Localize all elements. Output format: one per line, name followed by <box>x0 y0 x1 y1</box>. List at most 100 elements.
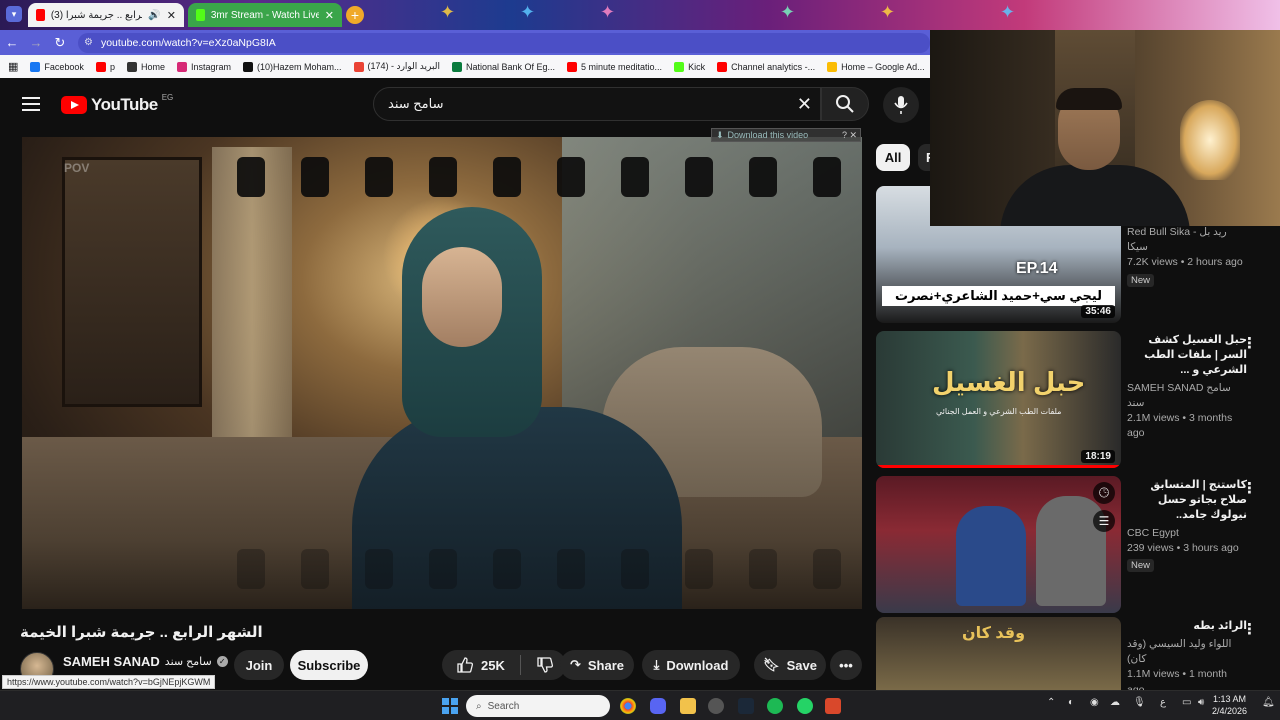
channel-name[interactable]: Red Bull Sika - ريد بل سيكا <box>1127 225 1247 255</box>
thumbs-up-icon[interactable] <box>456 656 474 674</box>
film-strip-bottom <box>22 549 862 589</box>
star-decoration-icon: ✦ <box>780 2 796 22</box>
clear-search-icon[interactable]: ✕ <box>797 94 812 115</box>
youtube-logo[interactable]: YouTube EG <box>61 93 173 115</box>
like-count[interactable]: 25K <box>481 658 505 673</box>
app-icon[interactable] <box>825 698 841 714</box>
bookmark-favicon-icon <box>827 61 838 72</box>
kick-favicon-icon <box>196 9 205 21</box>
video-player[interactable]: POV <box>22 137 862 609</box>
menu-icon[interactable] <box>22 97 40 111</box>
save-button[interactable]: 🔖︎ Save <box>754 650 826 680</box>
bookmark-item[interactable]: (10)Hazem Moham... <box>243 61 342 72</box>
download-video-bar[interactable]: ⬇ Download this video ? ✕ <box>711 128 861 142</box>
more-actions-button[interactable]: ••• <box>830 650 862 680</box>
tab-search-button[interactable]: ▾ <box>6 6 22 22</box>
obs-icon[interactable] <box>708 698 724 714</box>
video-thumbnail[interactable]: 🕒︎ ☰ <box>876 476 1121 613</box>
like-dislike-group: 25K <box>442 650 566 680</box>
tab-youtube[interactable]: (3) الشهر الرابع .. جريمة شبرا 🔊 ✕ <box>28 3 184 27</box>
bookmark-item[interactable]: Facebook <box>30 61 84 72</box>
tray-cloud-icon[interactable]: ☁ <box>1110 697 1120 708</box>
star-decoration-icon: ✦ <box>440 2 456 22</box>
input-language[interactable]: ع <box>1160 697 1166 708</box>
video-title[interactable]: حبل الغسيل كشف السر | ملفات الطب الشرعي … <box>1127 333 1247 378</box>
steam-icon[interactable] <box>738 698 754 714</box>
star-decoration-icon: ✦ <box>520 2 536 22</box>
bookmark-item[interactable]: Channel analytics -... <box>717 61 815 72</box>
video-thumbnail[interactable]: حبل الغسيل ملفات الطب الشرعي و العمل الج… <box>876 331 1121 468</box>
share-button[interactable]: ↷ Share <box>560 650 634 680</box>
more-options-icon[interactable]: ⋮ <box>1242 620 1257 638</box>
notifications-icon[interactable]: 🔔︎ <box>1262 697 1275 708</box>
video-title[interactable]: الرائد بطه <box>1127 619 1247 634</box>
webcam-person-torso <box>1000 165 1190 226</box>
video-title[interactable]: كاستنج | المتسابق صلاح بجاتو حسل نيولوك … <box>1127 478 1247 523</box>
channel-name[interactable]: SAMEH SANAD سامح سند <box>1127 381 1247 411</box>
video-info: كاستنج | المتسابق صلاح بجاتو حسل نيولوك … <box>1127 478 1247 572</box>
channel-name[interactable]: CBC Egypt <box>1127 526 1247 541</box>
tray-app-icon[interactable]: ◐ <box>1068 697 1074 708</box>
thumbs-down-icon[interactable] <box>536 656 554 674</box>
taskbar-search-input[interactable]: ⌕ Search <box>466 695 610 717</box>
download-button[interactable]: ⤓ Download <box>642 650 740 680</box>
system-clock[interactable]: 1:13 AM 2/4/2026 <box>1212 694 1247 717</box>
tray-chevron-icon[interactable]: ⌃ <box>1047 697 1055 708</box>
forward-arrow-icon[interactable]: → <box>24 35 48 50</box>
bookmark-item[interactable]: National Bank Of Eg... <box>451 61 556 72</box>
new-badge: New <box>1127 273 1155 287</box>
new-tab-button[interactable]: + <box>346 6 364 24</box>
channel-name-en: SAMEH SANAD <box>63 654 160 669</box>
address-bar[interactable]: ⚙ youtube.com/watch?v=eXz0aNpG8IA <box>78 32 930 53</box>
help-icon[interactable]: ? ✕ <box>842 130 860 141</box>
video-meta: 239 views • 3 hours ago <box>1127 541 1239 554</box>
discord-icon[interactable] <box>650 698 666 714</box>
channel-name[interactable]: SAMEH SANAD سامح سند ✓ <box>63 654 228 669</box>
apps-grid-icon[interactable]: ▦ <box>8 60 18 73</box>
whatsapp-icon[interactable] <box>797 698 813 714</box>
video-thumbnail[interactable]: وقد كان <box>876 617 1121 690</box>
back-arrow-icon[interactable]: ← <box>0 35 24 50</box>
spotify-icon[interactable] <box>767 698 783 714</box>
site-info-icon[interactable]: ⚙ <box>84 37 93 48</box>
more-options-icon[interactable]: ⋮ <box>1242 334 1257 352</box>
browser-tab-strip: ✦ ✦ ✦ ✦ ✦ ✦ ▾ (3) الشهر الرابع .. جريمة … <box>0 0 1280 30</box>
close-tab-icon[interactable]: ✕ <box>167 9 176 22</box>
tab-kick[interactable]: 3mr Stream - Watch Live on Kick ✕ <box>188 3 342 27</box>
bookmark-item[interactable]: Home <box>126 61 165 72</box>
filter-chip-all[interactable]: All <box>876 144 910 171</box>
windows-start-icon[interactable] <box>442 698 458 714</box>
channel-name[interactable]: اللواء وليد السيسي (وقد كان) <box>1127 637 1247 667</box>
bookmark-label: National Bank Of Eg... <box>465 61 556 72</box>
close-tab-icon[interactable]: ✕ <box>325 9 334 22</box>
watch-later-icon[interactable]: 🕒︎ <box>1093 482 1115 504</box>
video-info: حبل الغسيل كشف السر | ملفات الطب الشرعي … <box>1127 333 1247 441</box>
search-input[interactable]: سامح سند ✕ <box>373 87 821 121</box>
thumbnail-title-text: وقد كان <box>962 625 1026 642</box>
tray-mic-icon[interactable]: 🎙︎ <box>1133 697 1146 708</box>
bookmark-item[interactable]: p <box>95 61 115 72</box>
bookmark-item[interactable]: البريد الوارد - (174) <box>353 61 440 72</box>
network-icon[interactable]: ▭ <box>1182 697 1191 708</box>
speaker-icon: 🔊 <box>148 9 161 21</box>
more-options-icon[interactable]: ⋮ <box>1242 479 1257 497</box>
search-query: سامح سند <box>388 96 444 111</box>
join-button[interactable]: Join <box>234 650 284 680</box>
download-label: Download <box>666 657 729 673</box>
bookmark-item[interactable]: Home – Google Ad... <box>827 61 925 72</box>
bookmark-item[interactable]: Kick <box>674 61 705 72</box>
add-to-queue-icon[interactable]: ☰ <box>1093 510 1115 532</box>
search-button[interactable] <box>821 87 869 121</box>
volume-icon[interactable]: 🔊︎ <box>1198 697 1204 708</box>
bookmark-favicon-icon <box>95 61 106 72</box>
reload-icon[interactable]: ↻ <box>48 35 72 51</box>
tray-discord-icon[interactable]: ◉ <box>1090 697 1099 708</box>
download-arrow-icon: ⬇ <box>716 129 724 140</box>
file-explorer-icon[interactable] <box>680 698 696 714</box>
bookmark-item[interactable]: Instagram <box>176 61 231 72</box>
voice-search-button[interactable] <box>883 87 919 123</box>
bookmark-label: 5 minute meditatio... <box>581 61 663 72</box>
chrome-icon[interactable] <box>620 698 636 714</box>
subscribe-button[interactable]: Subscribe <box>290 650 368 680</box>
bookmark-item[interactable]: 5 minute meditatio... <box>567 61 663 72</box>
